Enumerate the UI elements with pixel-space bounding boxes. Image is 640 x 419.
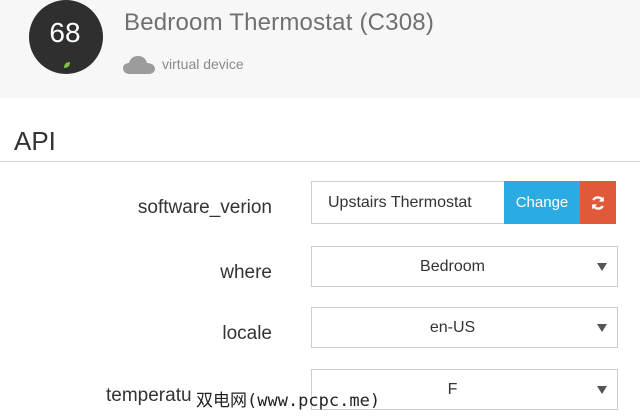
device-header: 68 Bedroom Thermostat (C308) virtual dev… <box>0 0 640 98</box>
section-title: API <box>14 126 56 156</box>
change-button[interactable]: Change <box>504 181 580 224</box>
where-select-value: Bedroom <box>420 257 485 275</box>
locale-select[interactable]: en-US <box>311 307 618 348</box>
chevron-down-icon <box>597 262 607 271</box>
page: 68 Bedroom Thermostat (C308) virtual dev… <box>0 0 640 419</box>
where-select[interactable]: Bedroom <box>311 246 618 287</box>
refresh-button[interactable] <box>580 181 616 224</box>
software-version-label: software_verion <box>137 197 272 218</box>
device-title: Bedroom Thermostat (C308) <box>124 9 435 36</box>
locale-label: locale <box>222 323 272 344</box>
chevron-down-icon <box>597 323 607 332</box>
software-version-input[interactable]: Upstairs Thermostat <box>311 181 504 224</box>
section-divider <box>0 161 640 162</box>
where-label: where <box>220 262 272 283</box>
thermostat-temperature: 68 <box>49 17 81 48</box>
refresh-icon <box>591 195 605 210</box>
cloud-icon <box>123 56 155 74</box>
watermark: 双电网(www.pcpc.me) <box>196 391 381 411</box>
locale-select-value: en-US <box>429 318 476 336</box>
device-subtitle: virtual device <box>162 56 244 72</box>
leaf-icon <box>64 62 70 68</box>
chevron-down-icon <box>597 385 607 394</box>
temperature-scale-label: temperatu <box>106 385 192 406</box>
